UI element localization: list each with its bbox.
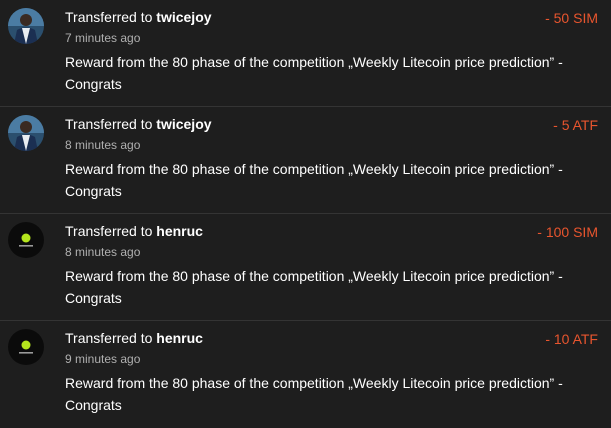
- timestamp: 8 minutes ago: [65, 245, 141, 259]
- transaction-amount: - 10 ATF: [545, 331, 598, 347]
- transfer-prefix: Transferred to: [65, 330, 157, 346]
- green-logo-avatar-icon: [8, 222, 44, 258]
- green-logo-avatar-icon: [8, 329, 44, 365]
- person-photo-avatar-icon: [8, 115, 44, 151]
- avatar[interactable]: [8, 115, 44, 151]
- transfer-title: Transferred to henruc: [65, 330, 203, 347]
- transfer-prefix: Transferred to: [65, 116, 157, 132]
- avatar[interactable]: [8, 329, 44, 365]
- timestamp: 9 minutes ago: [65, 352, 141, 366]
- transfer-prefix: Transferred to: [65, 9, 157, 25]
- transaction-description: Reward from the 80 phase of the competit…: [65, 54, 563, 92]
- recipient-username[interactable]: twicejoy: [156, 116, 211, 132]
- transaction-row: Transferred to twicejoy 7 minutes ago Re…: [0, 0, 611, 107]
- avatar[interactable]: [8, 8, 44, 44]
- transfer-prefix: Transferred to: [65, 223, 157, 239]
- transaction-row: Transferred to henruc 8 minutes ago Rewa…: [0, 214, 611, 321]
- transaction-description: Reward from the 80 phase of the competit…: [65, 375, 563, 413]
- recipient-username[interactable]: henruc: [156, 223, 203, 239]
- transaction-feed: Transferred to twicejoy 7 minutes ago Re…: [0, 0, 611, 422]
- timestamp: 8 minutes ago: [65, 138, 141, 152]
- transaction-row: Transferred to twicejoy 8 minutes ago Re…: [0, 107, 611, 214]
- avatar[interactable]: [8, 222, 44, 258]
- person-photo-avatar-icon: [8, 8, 44, 44]
- transaction-amount: - 50 SIM: [545, 10, 598, 26]
- recipient-username[interactable]: henruc: [156, 330, 203, 346]
- transaction-row: Transferred to henruc 9 minutes ago Rewa…: [0, 321, 611, 428]
- transfer-title: Transferred to twicejoy: [65, 9, 212, 26]
- transfer-title: Transferred to twicejoy: [65, 116, 212, 133]
- transaction-amount: - 5 ATF: [553, 117, 598, 133]
- transaction-description: Reward from the 80 phase of the competit…: [65, 268, 563, 306]
- timestamp: 7 minutes ago: [65, 31, 141, 45]
- transaction-amount: - 100 SIM: [537, 224, 598, 240]
- transaction-description: Reward from the 80 phase of the competit…: [65, 161, 563, 199]
- recipient-username[interactable]: twicejoy: [156, 9, 211, 25]
- transfer-title: Transferred to henruc: [65, 223, 203, 240]
